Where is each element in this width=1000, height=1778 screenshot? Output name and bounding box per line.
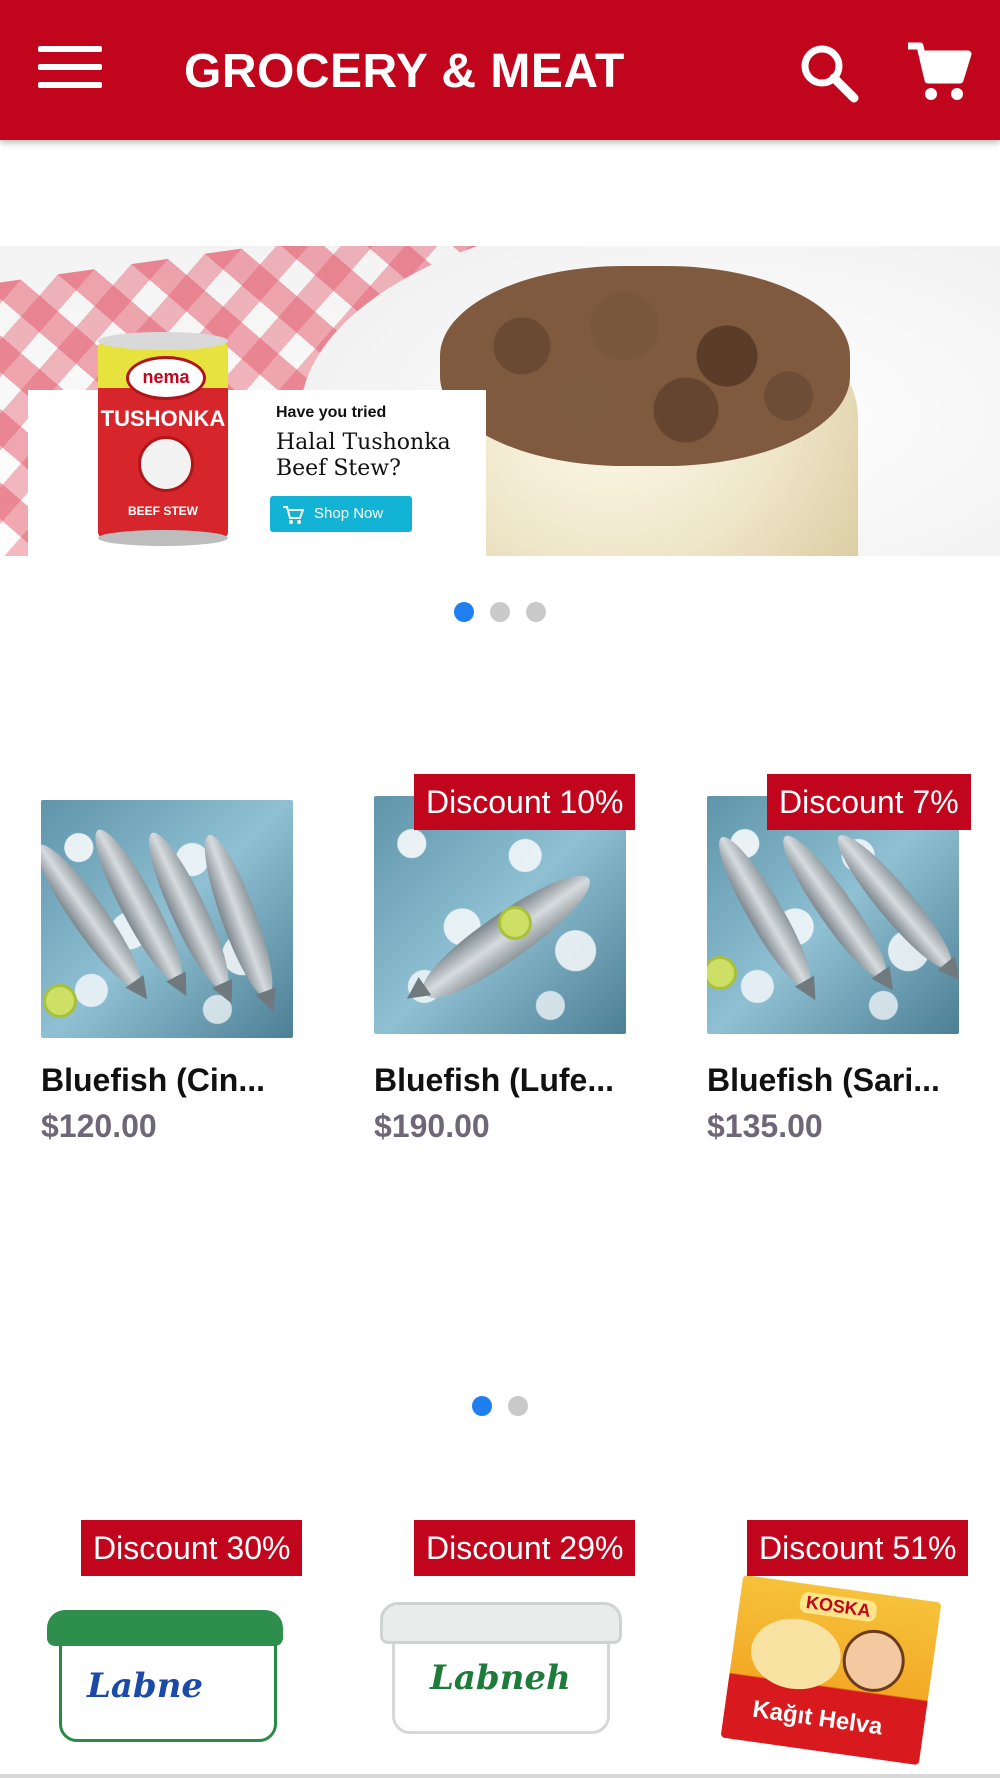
promo-banner[interactable]: Have you tried Halal Tushonka Beef Stew?… xyxy=(0,246,1000,556)
product-card[interactable]: Discount 10% Bluefish (Lufe... $190.00 xyxy=(374,774,636,1150)
product-name: Bluefish (Lufe... xyxy=(374,1062,614,1098)
discount-badge: Discount 7% xyxy=(767,774,971,830)
banner-dot-2[interactable] xyxy=(490,602,510,622)
discount-badge: Discount 30% xyxy=(81,1520,303,1576)
search-icon[interactable] xyxy=(796,40,862,106)
tub-label: Labne xyxy=(87,1666,204,1706)
tushonka-can-image: nema TUSHONKA BEEF STEW xyxy=(98,332,228,546)
menu-icon[interactable] xyxy=(38,46,102,92)
banner-pagination xyxy=(454,602,546,622)
bottom-divider xyxy=(0,1774,1000,1778)
promo-card: Have you tried Halal Tushonka Beef Stew?… xyxy=(28,390,486,556)
helva-pack-image: KOSKA Kağıt Helva xyxy=(720,1574,942,1766)
products-dot-1[interactable] xyxy=(472,1396,492,1416)
pack-label: Kağıt Helva xyxy=(750,1695,885,1741)
cow-medal-icon xyxy=(138,436,194,492)
discount-badge: Discount 29% xyxy=(414,1520,636,1576)
discount-badge: Discount 51% xyxy=(747,1520,969,1576)
cart-icon xyxy=(283,506,304,524)
app-bar: GROCERY & MEAT xyxy=(0,0,1000,140)
product-image xyxy=(41,800,293,1038)
shop-now-label: Shop Now xyxy=(314,505,384,522)
shop-now-button[interactable]: Shop Now xyxy=(270,496,412,532)
product-image xyxy=(374,796,626,1034)
promo-kicker: Have you tried xyxy=(276,404,387,421)
mascot-icon xyxy=(838,1625,909,1696)
product-card[interactable]: Labneh Discount 29% xyxy=(374,1520,636,1778)
product-card[interactable]: KOSKA Kağıt Helva Discount 51% xyxy=(707,1520,969,1778)
products-pagination xyxy=(472,1396,528,1416)
page-title: GROCERY & MEAT xyxy=(184,45,625,98)
banner-dot-1[interactable] xyxy=(454,602,474,622)
cart-icon[interactable] xyxy=(906,40,972,106)
product-card[interactable]: Bluefish (Cin... $120.00 xyxy=(41,790,293,1150)
product-name: Bluefish (Sari... xyxy=(707,1062,940,1098)
product-price: $190.00 xyxy=(374,1108,490,1144)
product-price: $120.00 xyxy=(41,1108,157,1144)
beef-stew-image xyxy=(440,266,850,466)
tub-label: Labneh xyxy=(430,1658,571,1698)
product-card[interactable]: Labne Discount 30% xyxy=(41,1520,303,1778)
can-product: BEEF STEW xyxy=(127,504,198,518)
banner-dot-3[interactable] xyxy=(526,602,546,622)
can-brand: nema xyxy=(142,367,190,387)
discount-badge: Discount 10% xyxy=(414,774,636,830)
can-name: TUSHONKA xyxy=(100,406,226,431)
pack-brand: KOSKA xyxy=(798,1591,878,1623)
labne-tub-image: Labne xyxy=(47,1610,283,1742)
product-name: Bluefish (Cin... xyxy=(41,1062,265,1098)
product-image xyxy=(707,796,959,1034)
labneh-tub-image: Labneh xyxy=(380,1602,622,1734)
product-card[interactable]: Discount 7% Bluefish (Sari... $135.00 xyxy=(707,774,971,1150)
promo-headline: Halal Tushonka Beef Stew? xyxy=(276,430,451,481)
product-price: $135.00 xyxy=(707,1108,823,1144)
products-dot-2[interactable] xyxy=(508,1396,528,1416)
